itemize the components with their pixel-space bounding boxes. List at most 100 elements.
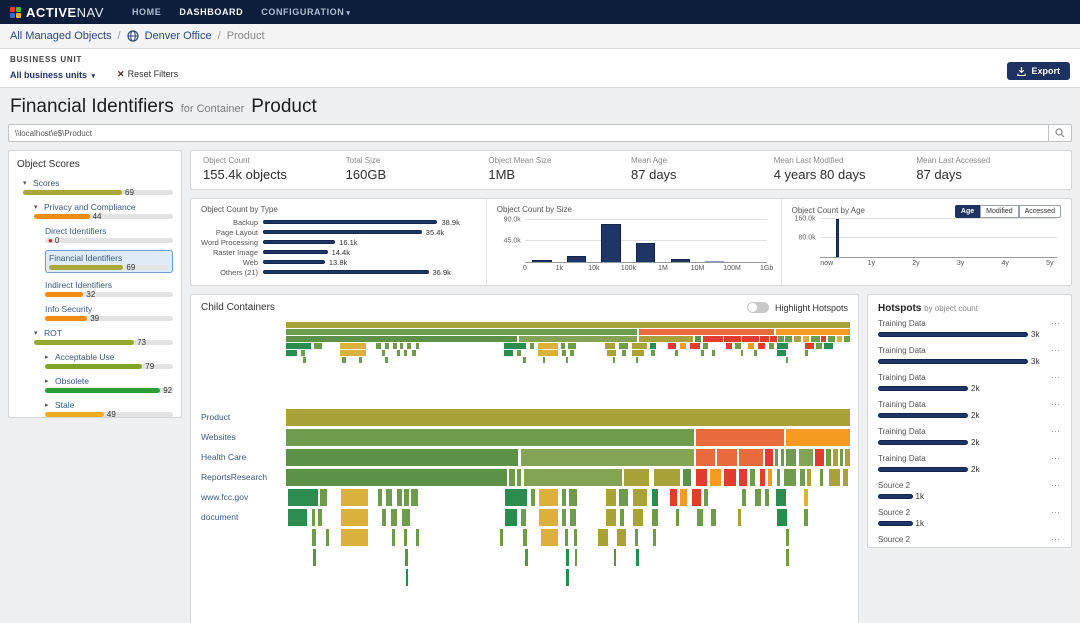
icicle-segment[interactable]: [382, 509, 386, 526]
icicle-segment[interactable]: [807, 469, 811, 486]
hotspot-item[interactable]: Training Data ⋯ 2k: [878, 453, 1061, 474]
size-histogram-bar[interactable]: [532, 259, 552, 262]
icicle-segment[interactable]: [499, 529, 504, 546]
icicle-segment[interactable]: [843, 336, 850, 342]
icicle-segment[interactable]: [286, 350, 298, 356]
icicle-segment[interactable]: [632, 489, 647, 506]
chevron-right-icon[interactable]: ▸: [45, 377, 52, 385]
overflow-menu-icon[interactable]: ⋯: [1051, 399, 1061, 410]
icicle-segment[interactable]: [742, 336, 759, 342]
icicle-segment[interactable]: [800, 469, 805, 486]
icicle-row-label[interactable]: Product: [201, 412, 283, 422]
icicle-segment[interactable]: [340, 529, 368, 546]
icicle-segment[interactable]: [776, 489, 787, 506]
icicle-segment[interactable]: [509, 469, 515, 486]
icicle-segment[interactable]: [768, 343, 775, 349]
icicle-segment[interactable]: [404, 350, 408, 356]
icicle-segment[interactable]: [317, 509, 323, 526]
icicle-segment[interactable]: [543, 357, 546, 363]
icicle-segment[interactable]: [286, 322, 850, 328]
icicle-segment[interactable]: [776, 343, 788, 349]
icicle-segment[interactable]: [311, 509, 316, 526]
icicle-segment[interactable]: [504, 509, 518, 526]
icicle-segment[interactable]: [833, 449, 838, 466]
icicle-segment[interactable]: [404, 489, 409, 506]
icicle-segment[interactable]: [712, 350, 716, 356]
icicle-segment[interactable]: [517, 469, 521, 486]
icicle-segment[interactable]: [750, 469, 755, 486]
icicle-segment[interactable]: [697, 509, 703, 526]
icicle-segment[interactable]: [411, 489, 418, 506]
icicle-segment[interactable]: [522, 357, 526, 363]
icicle-segment[interactable]: [821, 336, 827, 342]
icicle-segment[interactable]: [381, 350, 385, 356]
icicle-segment[interactable]: [652, 509, 658, 526]
overflow-menu-icon[interactable]: ⋯: [1051, 453, 1061, 464]
icicle-segment[interactable]: [804, 509, 808, 526]
icicle-segment[interactable]: [396, 489, 403, 506]
icicle-segment[interactable]: [561, 489, 567, 506]
icicle-segment[interactable]: [696, 449, 716, 466]
icicle-segment[interactable]: [632, 343, 647, 349]
icicle-segment[interactable]: [384, 343, 390, 349]
hotspot-item[interactable]: Training Data ⋯ 3k: [878, 345, 1061, 366]
icicle-segment[interactable]: [415, 343, 420, 349]
icicle-segment[interactable]: [607, 350, 617, 356]
age-toggle-accessed[interactable]: Accessed: [1018, 205, 1061, 218]
icicle-segment[interactable]: [764, 489, 770, 506]
breadcrumb-root-link[interactable]: All Managed Objects: [10, 30, 112, 42]
icicle-segment[interactable]: [320, 489, 328, 506]
icicle-segment[interactable]: [703, 489, 709, 506]
icicle-segment[interactable]: [569, 509, 577, 526]
icicle-segment[interactable]: [392, 529, 396, 546]
size-histogram-bar[interactable]: [670, 259, 690, 262]
icicle-segment[interactable]: [819, 469, 823, 486]
icicle-segment[interactable]: [613, 357, 616, 363]
type-bar[interactable]: [263, 270, 429, 274]
icicle-segment[interactable]: [652, 489, 658, 506]
icicle-segment[interactable]: [757, 343, 766, 349]
business-unit-dropdown[interactable]: All business units ▾: [10, 70, 95, 80]
icicle-segment[interactable]: [541, 529, 558, 546]
icicle-segment[interactable]: [538, 489, 559, 506]
icicle-segment[interactable]: [683, 469, 691, 486]
score-item-scores[interactable]: ▾ Scores 69: [23, 178, 173, 197]
overflow-menu-icon[interactable]: ⋯: [1051, 507, 1061, 518]
icicle-segment[interactable]: [386, 489, 393, 506]
search-button[interactable]: [1048, 124, 1072, 142]
icicle-segment[interactable]: [286, 449, 519, 466]
export-button[interactable]: Export: [1007, 62, 1070, 80]
icicle-segment[interactable]: [786, 549, 790, 566]
icicle-segment[interactable]: [537, 343, 558, 349]
score-item-stale[interactable]: ▸ Stale 49: [45, 400, 173, 419]
icicle-segment[interactable]: [287, 489, 319, 506]
icicle-segment[interactable]: [524, 469, 622, 486]
nav-item-configuration[interactable]: CONFIGURATION ▾: [261, 7, 350, 17]
size-histogram-bar[interactable]: [601, 223, 621, 262]
icicle-segment[interactable]: [826, 449, 831, 466]
icicle-segment[interactable]: [530, 489, 536, 506]
icicle-segment[interactable]: [570, 350, 574, 356]
icicle-segment[interactable]: [416, 529, 420, 546]
size-histogram-bar[interactable]: [566, 256, 587, 262]
icicle-segment[interactable]: [524, 549, 528, 566]
icicle-segment[interactable]: [405, 549, 408, 566]
icicle-segment[interactable]: [760, 336, 769, 342]
icicle-segment[interactable]: [302, 357, 306, 363]
icicle-segment[interactable]: [650, 343, 656, 349]
icicle-segment[interactable]: [724, 336, 741, 342]
icicle-segment[interactable]: [385, 357, 388, 363]
icicle-segment[interactable]: [300, 350, 306, 356]
hotspot-item[interactable]: Source 2 ⋯ 1k: [878, 534, 1061, 547]
highlight-hotspots-toggle[interactable]: [746, 302, 769, 313]
icicle-segment[interactable]: [799, 449, 813, 466]
icicle-segment[interactable]: [359, 357, 363, 363]
icicle-segment[interactable]: [689, 343, 700, 349]
icicle-segment[interactable]: [669, 489, 677, 506]
icicle-segment[interactable]: [774, 449, 779, 466]
score-item-rot[interactable]: ▾ ROT 73: [34, 328, 173, 347]
icicle-segment[interactable]: [679, 343, 687, 349]
icicle-segment[interactable]: [651, 350, 655, 356]
icicle-segment[interactable]: [668, 343, 677, 349]
hotspot-item[interactable]: Source 2 ⋯ 1k: [878, 480, 1061, 501]
